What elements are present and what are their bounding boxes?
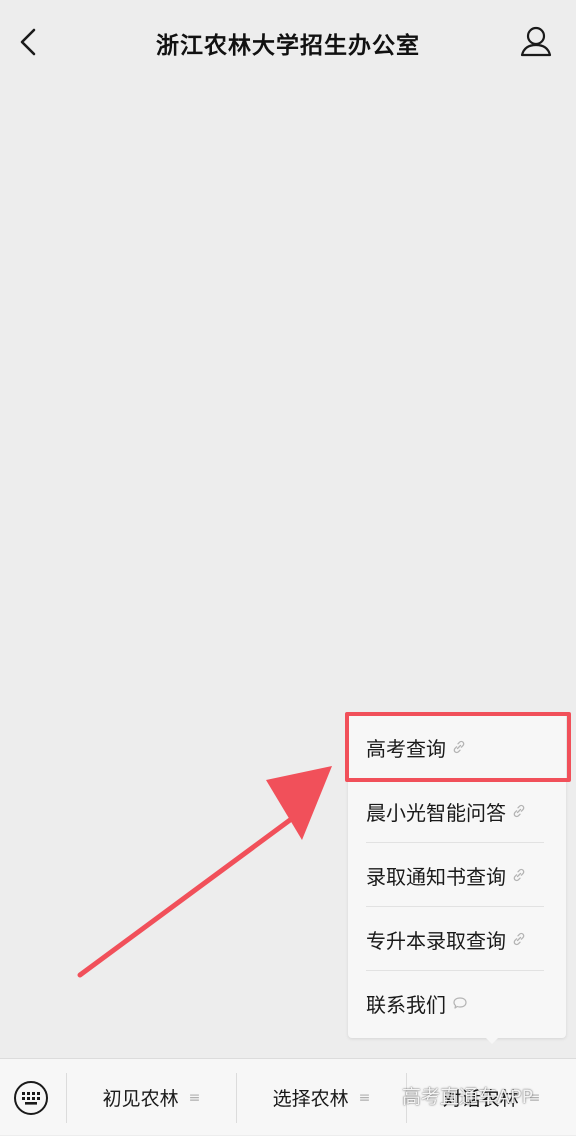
menu-tab-label: 对话农林 <box>442 1088 519 1110</box>
keyboard-toggle-button[interactable] <box>12 1079 50 1117</box>
top-navigation-bar: 浙江农林大学招生办公室 <box>0 0 576 84</box>
menu-item-smart-qa[interactable]: 晨小光智能问答 <box>366 779 544 843</box>
menu-item-label: 联系我们 <box>366 992 446 1017</box>
menu-tab-label: 选择农林 <box>272 1088 349 1110</box>
chevron-left-icon <box>20 28 36 56</box>
page-title: 浙江农林大学招生办公室 <box>156 33 420 59</box>
back-button[interactable] <box>12 22 48 62</box>
menu-item-contact-us[interactable]: 联系我们 <box>366 971 544 1035</box>
link-icon <box>512 868 526 882</box>
menu-item-label: 晨小光智能问答 <box>366 800 506 825</box>
menu-item-upgrade-admission-query[interactable]: 专升本录取查询 <box>366 907 544 971</box>
submenu-pointer <box>484 1036 500 1044</box>
menu-tab-first-look[interactable]: 初见农林 ≡ <box>67 1059 236 1136</box>
bottom-menu-bar: 初见农林 ≡ 选择农林 ≡ 对话农林 ≡ <box>0 1058 576 1135</box>
link-icon <box>512 932 526 946</box>
link-icon <box>452 740 466 754</box>
menu-item-label: 专升本录取查询 <box>366 928 506 953</box>
menu-lines-icon: ≡ <box>188 1089 201 1106</box>
menu-tab-choose[interactable]: 选择农林 ≡ <box>237 1059 406 1136</box>
link-icon <box>512 804 526 818</box>
menu-item-admission-letter-query[interactable]: 录取通知书查询 <box>366 843 544 907</box>
menu-lines-icon: ≡ <box>528 1089 541 1106</box>
menu-lines-icon: ≡ <box>358 1089 371 1106</box>
menu-tab-dialogue[interactable]: 对话农林 ≡ <box>407 1059 576 1136</box>
submenu-popup: 高考查询 晨小光智能问答 录取通知书查询 专升本录取查询 联系我们 <box>348 713 566 1038</box>
menu-item-label: 录取通知书查询 <box>366 864 506 889</box>
person-icon <box>520 26 552 57</box>
menu-item-label: 高考查询 <box>366 736 446 761</box>
profile-button[interactable] <box>518 22 554 62</box>
menu-item-gaokao-query[interactable]: 高考查询 <box>366 715 544 779</box>
menu-tab-label: 初见农林 <box>102 1088 179 1110</box>
keyboard-icon <box>14 1081 48 1115</box>
chat-bubble-icon <box>452 996 468 1010</box>
